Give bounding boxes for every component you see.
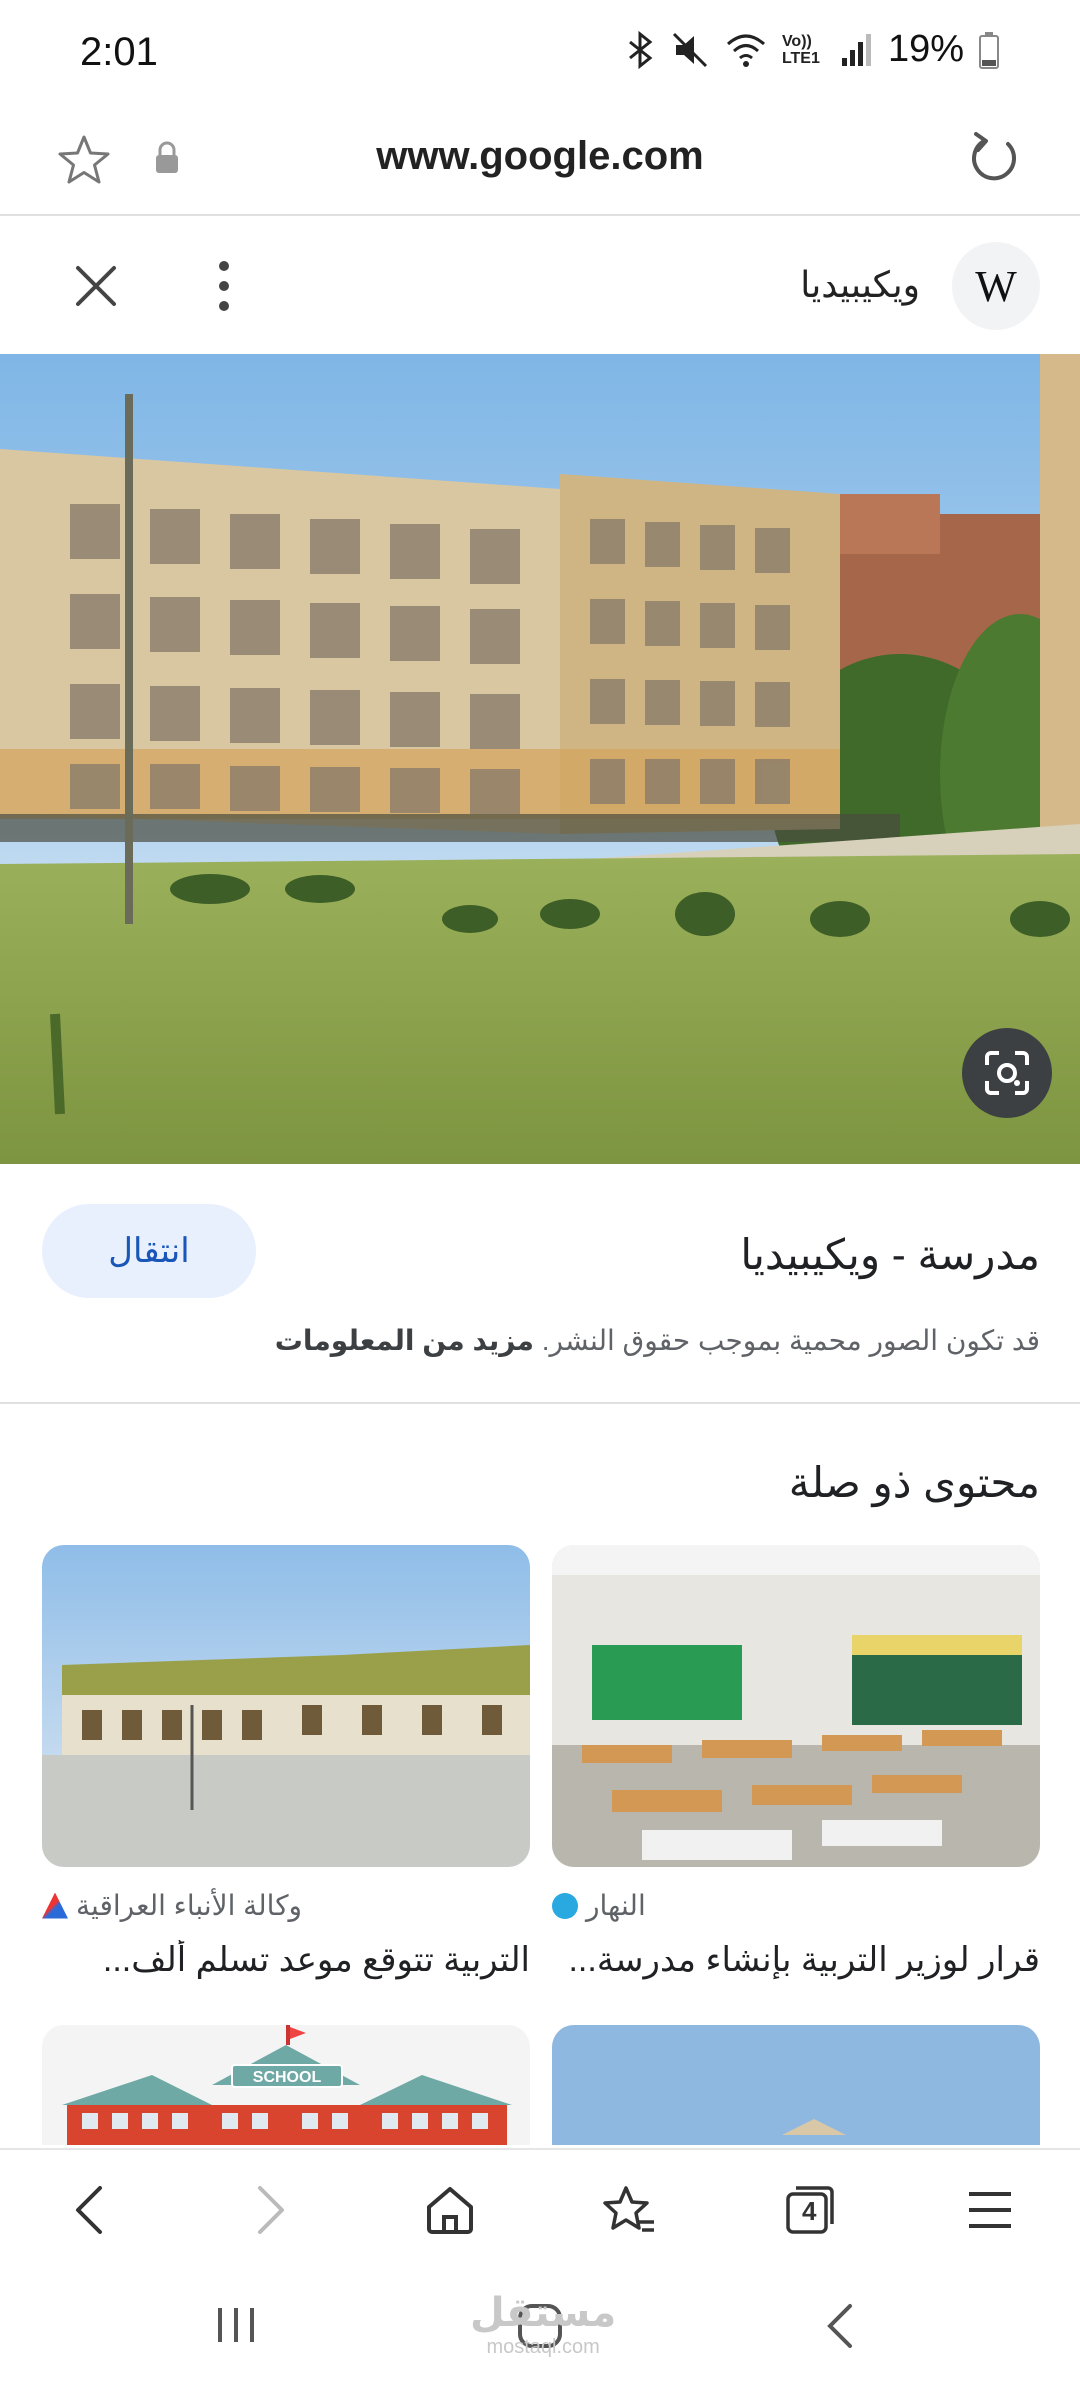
related-heading: محتوى ذو صلة <box>788 1459 1040 1506</box>
wikipedia-logo: W <box>952 242 1040 330</box>
battery-icon <box>979 31 999 69</box>
more-vert-icon[interactable] <box>210 258 238 314</box>
preview-image[interactable] <box>0 354 1080 1164</box>
ina-logo <box>42 1892 68 1919</box>
forward-button[interactable] <box>220 2160 320 2260</box>
menu-button[interactable] <box>940 2160 1040 2260</box>
mute-icon <box>672 32 707 67</box>
menu-icon <box>969 2192 1011 2228</box>
visit-button[interactable]: انتقال <box>42 1204 256 1298</box>
lens-icon[interactable] <box>962 1028 1052 1118</box>
image-panel-header: ويكيبيديا W <box>0 218 1080 354</box>
classroom-thumbnail[interactable] <box>552 1545 1040 1867</box>
sky-thumbnail[interactable] <box>552 2025 1040 2145</box>
more-info-link[interactable]: مزيد من المعلومات <box>275 1325 534 1356</box>
related-card[interactable]: SCHOOL <box>42 2025 530 2145</box>
school-building-image <box>0 354 1080 1164</box>
battery-percent: 19% <box>887 28 964 70</box>
school-cartoon-thumbnail[interactable]: SCHOOL <box>42 2025 530 2145</box>
card-title[interactable]: قرار لوزير التربية بإنشاء مدرسة... <box>552 1940 1040 1980</box>
home-icon <box>427 2187 473 2234</box>
bookmarks-icon <box>603 2186 654 2232</box>
related-card[interactable]: وكالة الأنباء العراقية التربية تتوقع موع… <box>42 1545 530 1980</box>
home-button[interactable] <box>400 2160 500 2260</box>
watermark: مستقل mostaql.com <box>470 2291 617 2358</box>
address-bar: www.google.com <box>0 106 1080 216</box>
wifi-icon <box>726 34 765 67</box>
image-title[interactable]: مدرسة - ويكيبيديا <box>740 1230 1040 1279</box>
network-label: Vo)) LTE1 <box>781 32 820 67</box>
status-time: 2:01 <box>80 30 158 74</box>
status-bar: 2:01 Vo)) LTE1 19% <box>0 0 1080 106</box>
tabs-button[interactable]: 4 <box>760 2160 860 2260</box>
back-icon <box>76 2186 102 2234</box>
tabs-count: 4 <box>802 2196 817 2226</box>
copyright-notice: قد تكون الصور محمية بموجب حقوق النشر. مز… <box>275 1324 1040 1357</box>
browser-toolbar: 4 <box>0 2148 1080 2270</box>
forward-icon <box>258 2186 284 2234</box>
back-button[interactable] <box>40 2160 140 2260</box>
signal-icon <box>841 33 871 66</box>
close-icon[interactable] <box>70 260 122 312</box>
related-card[interactable]: النهار قرار لوزير التربية بإنشاء مدرسة..… <box>552 1545 1040 1980</box>
card-source: النهار <box>552 1889 1040 1922</box>
annahar-logo <box>552 1892 578 1919</box>
recent-apps-icon[interactable] <box>214 2300 258 2350</box>
reload-icon[interactable] <box>964 128 1024 188</box>
school-sign: SCHOOL <box>253 2069 322 2086</box>
card-source: وكالة الأنباء العراقية <box>42 1889 530 1922</box>
school-yard-thumbnail[interactable] <box>42 1545 530 1867</box>
related-card[interactable] <box>552 2025 1040 2145</box>
image-info: انتقال مدرسة - ويكيبيديا قد تكون الصور م… <box>0 1164 1080 1404</box>
source-name[interactable]: ويكيبيديا <box>800 264 920 306</box>
card-title[interactable]: التربية تتوقع موعد تسلم ألف... <box>42 1940 530 1980</box>
bookmarks-button[interactable] <box>580 2160 680 2260</box>
back-nav-icon[interactable] <box>820 2300 860 2352</box>
copyright-text: قد تكون الصور محمية بموجب حقوق النشر. <box>541 1325 1040 1356</box>
bluetooth-icon <box>629 30 653 69</box>
status-icons: Vo)) LTE1 19% <box>626 28 1000 71</box>
url-text[interactable]: www.google.com <box>0 134 1080 179</box>
